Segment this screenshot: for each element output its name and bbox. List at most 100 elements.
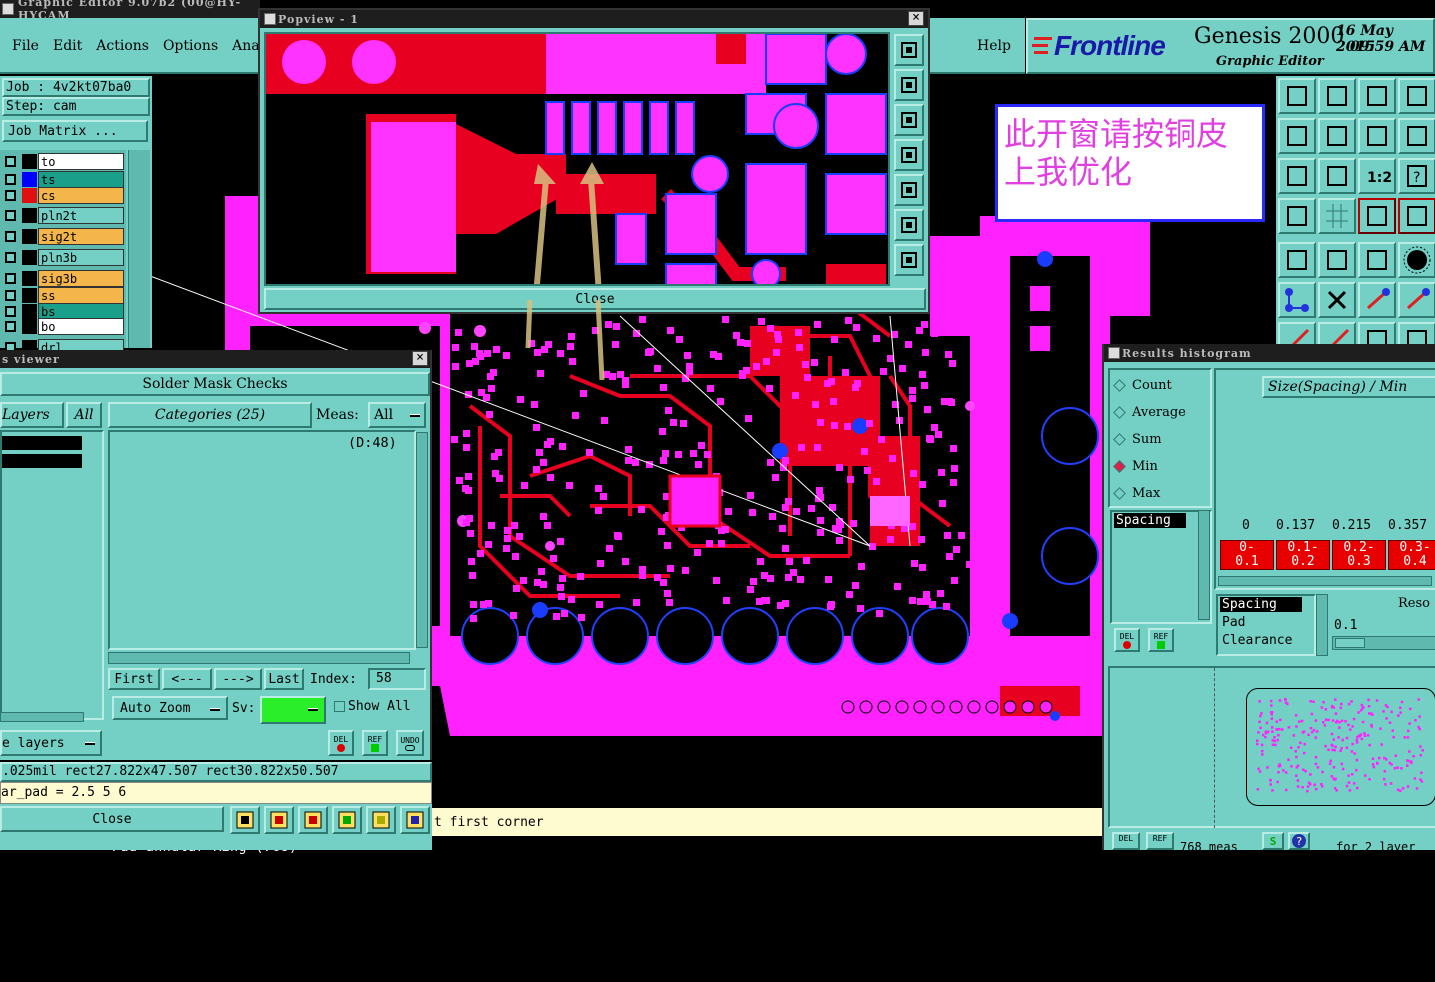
highlight-icon[interactable]	[230, 806, 260, 834]
radio-sum[interactable]: Sum	[1113, 432, 1162, 447]
layer-row-cs[interactable]: cs	[2, 187, 124, 204]
layer-checkbox[interactable]	[5, 156, 16, 167]
center-icon[interactable]	[894, 209, 924, 241]
layer-scrollbar[interactable]	[128, 150, 150, 348]
layer-checkbox[interactable]	[5, 231, 16, 242]
histogram-bin[interactable]: 0.2- 0.3	[1332, 540, 1386, 570]
save-icon[interactable]	[1318, 78, 1356, 114]
home-icon[interactable]	[1278, 78, 1316, 114]
histogram-hscroll[interactable]	[1218, 576, 1432, 586]
prev-button[interactable]: <---	[162, 668, 212, 690]
main-title-bar[interactable]: Graphic Editor 9.07b2 (00@HY-HYCAM	[0, 0, 260, 22]
panel-icon[interactable]	[1398, 78, 1435, 114]
center-icon[interactable]	[1318, 158, 1356, 194]
measure-type-list[interactable]: Spacing Pad Clearance	[1216, 594, 1316, 656]
right-icon[interactable]	[1318, 118, 1356, 154]
s-curve-icon[interactable]	[1398, 118, 1435, 154]
menu-actions[interactable]: Actions	[96, 38, 149, 54]
notes-icon[interactable]	[366, 806, 396, 834]
layers-mode-dropdown[interactable]: e layers	[0, 730, 102, 756]
circle-icon[interactable]	[1398, 242, 1435, 278]
severity-dropdown[interactable]	[260, 696, 326, 724]
viewer-title-bar[interactable]: s viewer	[0, 350, 430, 368]
show-all-checkbox[interactable]	[334, 701, 345, 712]
number-icon[interactable]	[332, 806, 362, 834]
viewer-close-button[interactable]: Close	[0, 806, 224, 832]
edit-icon[interactable]	[1318, 242, 1356, 278]
spacing-item[interactable]: Spacing	[1114, 513, 1186, 528]
menu-edit[interactable]: Edit	[53, 38, 82, 54]
histogram-bin[interactable]: 0.1- 0.2	[1276, 540, 1330, 570]
viewer-close-icon[interactable]: ×	[412, 351, 428, 366]
menu-file[interactable]: File	[12, 38, 39, 54]
layer-checkbox[interactable]	[5, 273, 16, 284]
swap-icon[interactable]	[1358, 118, 1396, 154]
layer-row-to[interactable]: to	[2, 153, 124, 170]
grid-icon[interactable]	[1318, 198, 1356, 234]
layer-checkbox[interactable]	[5, 306, 16, 317]
results-ref-button[interactable]: REF	[1148, 628, 1174, 652]
spacing-vscroll[interactable]	[1198, 510, 1210, 620]
category-item[interactable]: No bridge (Same Net) (36)	[112, 910, 323, 928]
layer-checkbox[interactable]	[5, 321, 16, 332]
popview-canvas[interactable]	[264, 32, 890, 286]
fit-icon[interactable]	[1278, 158, 1316, 194]
building-icon[interactable]	[1358, 78, 1396, 114]
menu-options[interactable]: Options	[163, 38, 218, 54]
spacing-list[interactable]: Spacing	[1110, 510, 1212, 624]
help-icon[interactable]: ?	[1398, 158, 1435, 194]
layer-row-sig2t[interactable]: sig2t	[2, 228, 124, 245]
layer-row-sig3b[interactable]: sig3b	[2, 270, 124, 287]
results-title-bar[interactable]: Results histogram	[1104, 344, 1435, 362]
pan-left-icon[interactable]	[894, 139, 924, 171]
categories-hscroll[interactable]	[108, 652, 410, 664]
layer-row-2[interactable]	[2, 454, 82, 468]
category-item[interactable]: No Bridge (SMD Pads) (1)	[112, 928, 314, 946]
radio-min[interactable]: Min	[1113, 459, 1158, 474]
popview-close-icon[interactable]: ×	[908, 11, 924, 26]
layer-row-pln2t[interactable]: pln2t	[2, 207, 124, 224]
ruler-icon[interactable]	[1358, 242, 1396, 278]
snap-icon[interactable]	[1358, 198, 1396, 234]
line-icon[interactable]	[1358, 282, 1396, 318]
layers-hscroll[interactable]	[0, 712, 84, 722]
categories-list[interactable]	[108, 430, 416, 650]
category-item[interactable]: SMD Pad Gasket (65)	[112, 856, 272, 874]
category-item[interactable]: Coverage (38)	[112, 874, 222, 892]
pad-icon[interactable]	[1278, 242, 1316, 278]
pan-right-icon[interactable]	[894, 174, 924, 206]
layer-row-ss[interactable]: ss	[2, 287, 124, 304]
layers-column[interactable]	[0, 430, 104, 720]
measure-type-spacing[interactable]: Spacing	[1220, 597, 1302, 612]
layer-checkbox[interactable]	[5, 190, 16, 201]
layer-row-pln3b[interactable]: pln3b	[2, 249, 124, 266]
footer-s-icon[interactable]: S	[1262, 832, 1284, 850]
radio-average[interactable]: Average	[1113, 405, 1186, 420]
mark-icon[interactable]	[264, 806, 294, 834]
layer-checkbox[interactable]	[5, 290, 16, 301]
results-del-button[interactable]: DEL	[1114, 628, 1140, 652]
ratio-icon[interactable]: 1:2	[1358, 158, 1396, 194]
cross-icon[interactable]	[1318, 282, 1356, 318]
erase-icon[interactable]	[298, 806, 328, 834]
radio-count[interactable]: Count	[1113, 378, 1172, 393]
layer-checkbox[interactable]	[5, 252, 16, 263]
layer-row-1[interactable]	[2, 436, 82, 450]
layer-checkbox[interactable]	[5, 210, 16, 221]
footer-ref-button[interactable]: REF	[1146, 832, 1174, 850]
menu-help[interactable]: Help	[977, 38, 1011, 54]
category-item[interactable]: SMDs Clearance Bridge (169)	[112, 946, 340, 964]
category-item[interactable]: No bridge (37)	[112, 892, 230, 910]
chart-icon[interactable]	[400, 806, 430, 834]
last-button[interactable]: Last	[264, 668, 304, 690]
zoom-out-icon[interactable]	[894, 104, 924, 136]
help-icon[interactable]: ?	[1288, 832, 1310, 850]
command-line[interactable]: ar_pad = 2.5 5 6	[0, 782, 432, 804]
measure-type-pad[interactable]: Pad	[1222, 615, 1245, 630]
undo-button[interactable]: UNDO	[396, 730, 424, 756]
categories-vscroll[interactable]	[416, 432, 428, 648]
measure-type-vscroll[interactable]	[1316, 594, 1328, 656]
footer-del-button[interactable]: DEL	[1112, 832, 1140, 850]
snap2-icon[interactable]	[1398, 198, 1435, 234]
category-item[interactable]: SMD to Pad Clearance Bridge (235)	[112, 964, 390, 982]
